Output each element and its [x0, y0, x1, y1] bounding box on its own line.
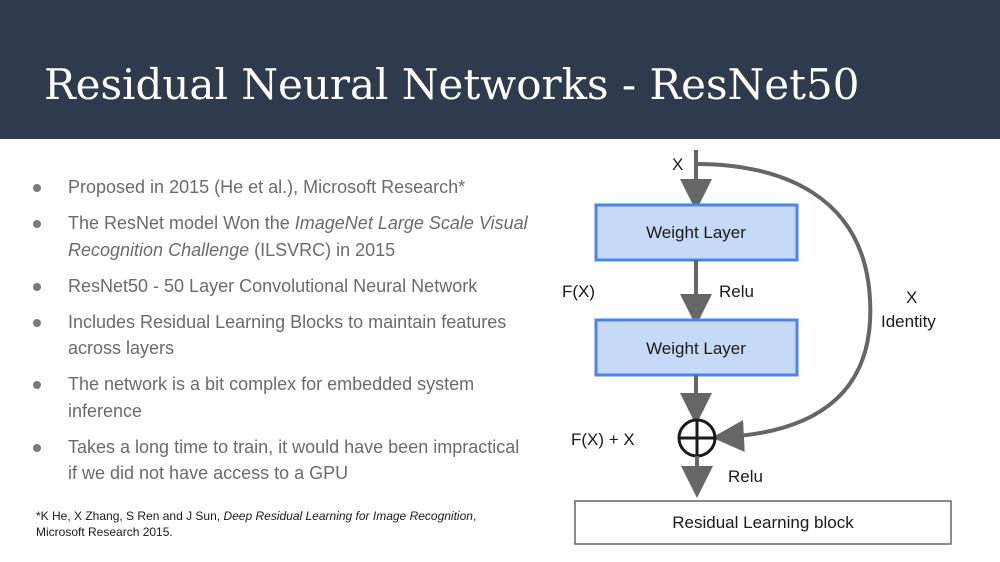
- sum-node-icon: [677, 418, 717, 458]
- identity-x-label: X: [906, 288, 917, 307]
- sum-label: F(X) + X: [571, 430, 635, 449]
- relu-label-2: Relu: [728, 467, 763, 486]
- identity-label: Identity: [881, 312, 936, 331]
- residual-block-diagram: Weight Layer Weight Layer X F(X) Relu X …: [562, 150, 952, 545]
- input-x-label: X: [672, 155, 683, 174]
- weight-layer-2-label: Weight Layer: [646, 339, 746, 358]
- relu-label-1: Relu: [719, 282, 754, 301]
- fx-label: F(X): [562, 282, 595, 301]
- weight-layer-1-label: Weight Layer: [646, 223, 746, 242]
- caption-label: Residual Learning block: [672, 513, 854, 532]
